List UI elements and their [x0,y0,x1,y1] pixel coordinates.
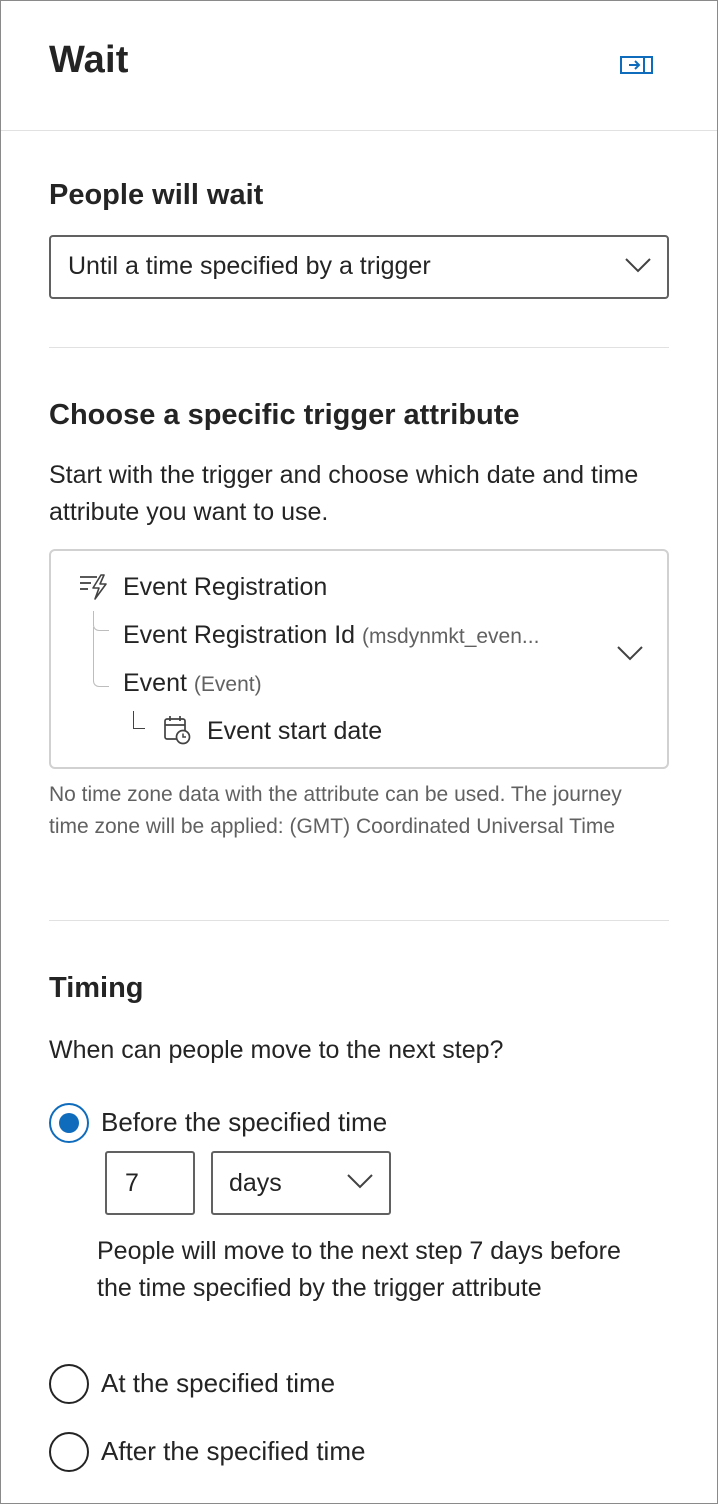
panel-header: Wait [1,1,717,131]
timing-title: Timing [49,972,144,1004]
tree-connector [93,627,109,687]
tree-level1-sub: (msdynmkt_even... [362,625,540,648]
radio-at[interactable] [49,1364,89,1404]
tree-level2: Event (Event) [123,669,262,698]
wait-mode-value: Until a time specified by a trigger [68,252,431,280]
chevron-down-icon [617,646,643,661]
panel-collapse-icon [620,56,653,74]
calendar-clock-icon [164,716,191,745]
section-divider [49,347,669,348]
wait-mode-label: People will wait [49,179,264,211]
timing-question: When can people move to the next step? [49,1036,504,1064]
wait-mode-dropdown[interactable]: Until a time specified by a trigger [49,235,669,299]
trigger-attribute-title: Choose a specific trigger attribute [49,399,520,431]
timing-explanation: People will move to the next step 7 days… [97,1237,621,1302]
trigger-attribute-description: Start with the trigger and choose which … [49,461,639,526]
panel-title: Wait [49,39,129,81]
radio-before[interactable] [49,1103,89,1143]
radio-after[interactable] [49,1432,89,1472]
amount-input[interactable] [105,1151,195,1215]
tree-attribute-name: Event start date [207,717,383,745]
radio-after-label[interactable]: After the specified time [101,1436,365,1467]
tree-connector [133,711,145,729]
radio-before-label[interactable]: Before the specified time [101,1107,387,1138]
trigger-icon [80,574,107,600]
tree-level1: Event Registration Id (msdynmkt_even... [123,621,539,650]
chevron-down-icon [625,258,651,273]
section-divider [49,920,669,921]
tree-level2-sub: (Event) [193,673,262,696]
tree-level2-name: Event [123,669,187,697]
unit-dropdown[interactable]: days [211,1151,391,1215]
tree-level1-name: Event Registration Id [123,621,356,649]
wait-panel: Wait People will wait Until a time speci… [0,0,718,1504]
chevron-down-icon [347,1174,373,1189]
trigger-attribute-picker[interactable]: Event Registration Event Registration Id… [49,549,669,769]
collapse-panel-button[interactable] [613,49,661,81]
tree-trigger-name: Event Registration [123,573,328,601]
timezone-note: No time zone data with the attribute can… [49,783,622,838]
unit-value: days [229,1169,282,1197]
radio-at-label[interactable]: At the specified time [101,1368,335,1399]
